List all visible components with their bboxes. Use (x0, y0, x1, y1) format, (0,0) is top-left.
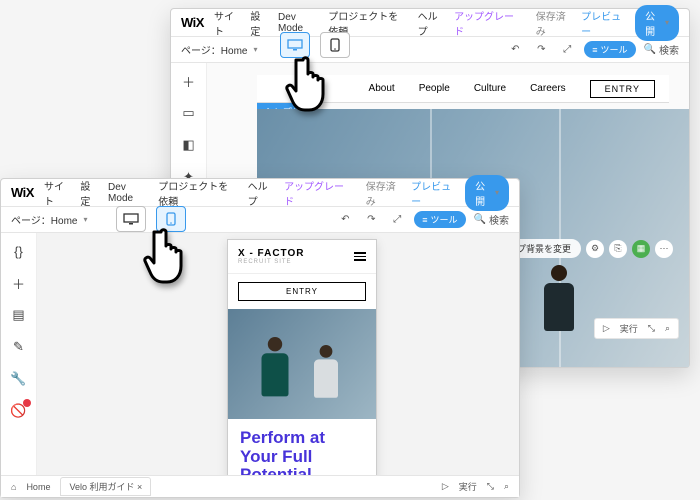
run-button[interactable]: 実行 (620, 322, 638, 335)
action-icon[interactable]: ▦ (632, 240, 650, 258)
entry-button[interactable]: ENTRY (590, 80, 655, 98)
chevron-down-icon: ▾ (495, 188, 499, 197)
search-button[interactable]: 🔍 検索 (474, 212, 509, 227)
nav-careers[interactable]: Careers (530, 83, 566, 94)
search-button[interactable]: 🔍 検索 (644, 42, 679, 57)
redo-icon[interactable]: ↷ (532, 41, 550, 59)
saved-status: 保存済み (366, 178, 401, 208)
wix-logo: WiX (11, 185, 34, 200)
top-menu-bar: WiX サイト 設定 Dev Mode プロジェクトを依頼 ヘルプ アップグレー… (171, 9, 689, 37)
mobile-view-button[interactable] (320, 32, 350, 58)
mobile-hero-image (228, 309, 376, 419)
zoom-icon[interactable]: ⌕ (665, 323, 670, 334)
menu-site[interactable]: サイト (44, 178, 70, 208)
expand-icon[interactable]: ⤢ (558, 41, 576, 59)
chevron-down-icon: ▾ (665, 18, 669, 27)
menu-site[interactable]: サイト (214, 8, 240, 38)
mobile-icon (330, 38, 340, 52)
expand-icon[interactable]: ⤡ (487, 481, 494, 492)
undo-icon[interactable]: ↶ (336, 211, 354, 229)
sub-toolbar: ページ：Home ▾ ↶ ↷ ⤢ ≡ ツール 🔍 検索 (1, 207, 519, 233)
desktop-icon (123, 213, 139, 225)
top-menu-bar: WiX サイト 設定 Dev Mode プロジェクトを依頼 ヘルプ アップグレー… (1, 179, 519, 207)
nav-people[interactable]: People (419, 83, 450, 94)
design-icon[interactable]: ◧ (179, 135, 199, 155)
home-icon[interactable]: ⌂ (11, 482, 16, 492)
wix-logo: WiX (181, 15, 204, 30)
menu-devmode[interactable]: Dev Mode (278, 12, 318, 34)
hamburger-icon[interactable] (354, 252, 366, 261)
expand-icon[interactable]: ⤢ (388, 211, 406, 229)
entry-button[interactable]: ENTRY (238, 282, 366, 301)
saved-status: 保存済み (536, 8, 571, 38)
mobile-view-button[interactable] (156, 206, 186, 232)
tool-button[interactable]: ≡ ツール (584, 41, 635, 58)
left-rail: {} ＋ ▤ ✎ 🔧 🚫 (1, 233, 37, 497)
run-icon[interactable]: ▷ (603, 323, 610, 334)
menu-upgrade[interactable]: アップグレード (454, 8, 516, 38)
site-nav: About People Culture Careers ENTRY (257, 75, 669, 103)
device-switcher (116, 206, 186, 232)
nav-culture[interactable]: Culture (474, 83, 506, 94)
mobile-icon (166, 212, 176, 226)
device-switcher (280, 32, 350, 58)
tools-icon[interactable]: 🔧 (9, 369, 29, 389)
undo-icon[interactable]: ↶ (506, 41, 524, 59)
add-icon[interactable]: ＋ (9, 273, 29, 293)
desktop-view-button[interactable] (116, 206, 146, 232)
layers-icon[interactable]: ▤ (9, 305, 29, 325)
site-brand-sub: RECRUIT SITE (238, 259, 304, 265)
mobile-preview-frame: X - FACTOR RECRUIT SITE ENTRY Perform at… (227, 239, 377, 497)
velo-tab[interactable]: Velo 利用ガイド × (60, 477, 151, 496)
sub-toolbar: ページ：Home ▾ ↶ ↷ ⤢ ≡ ツール 🔍 検索 (171, 37, 689, 63)
run-button[interactable]: 実行 (459, 480, 477, 493)
pages-icon[interactable]: ▭ (179, 103, 199, 123)
preview-button[interactable]: プレビュー (581, 8, 625, 38)
run-icon[interactable]: ▷ (442, 481, 449, 492)
tool-button[interactable]: ≡ ツール (414, 211, 465, 228)
design-icon[interactable]: ✎ (9, 337, 29, 357)
desktop-icon (287, 39, 303, 51)
editor-window-mobile: WiX サイト 設定 Dev Mode プロジェクトを依頼 ヘルプ アップグレー… (0, 178, 520, 498)
menu-devmode[interactable]: Dev Mode (108, 182, 148, 204)
zoom-icon[interactable]: ⌕ (504, 481, 509, 492)
chevron-down-icon: ▾ (253, 45, 257, 54)
desktop-view-button[interactable] (280, 32, 310, 58)
action-icon[interactable]: ⋯ (655, 240, 673, 258)
add-icon[interactable]: ＋ (179, 71, 199, 91)
redo-icon[interactable]: ↷ (362, 211, 380, 229)
publish-button[interactable]: 公開▾ (465, 175, 509, 211)
code-tab-icon[interactable]: {} (9, 241, 29, 261)
publish-button[interactable]: 公開▾ (635, 5, 679, 41)
bottom-bar: ⌂ Home Velo 利用ガイド × ▷ 実行 ⤡ ⌕ (1, 475, 519, 497)
menu-help[interactable]: ヘルプ (418, 8, 444, 38)
menu-settings[interactable]: 設定 (250, 8, 268, 38)
home-label[interactable]: Home (26, 482, 50, 492)
canvas-mobile[interactable]: X - FACTOR RECRUIT SITE ENTRY Perform at… (37, 233, 519, 497)
site-brand: X - FACTOR (238, 248, 304, 259)
menu-help[interactable]: ヘルプ (248, 178, 274, 208)
expand-icon[interactable]: ⤡ (648, 323, 655, 334)
page-selector[interactable]: ページ：Home (181, 42, 247, 57)
menu-request[interactable]: プロジェクトを依頼 (158, 178, 237, 208)
hide-icon[interactable]: 🚫 (9, 401, 29, 421)
nav-about[interactable]: About (369, 83, 395, 94)
chevron-down-icon: ▾ (83, 215, 87, 224)
page-selector[interactable]: ページ：Home (11, 212, 77, 227)
preview-button[interactable]: プレビュー (411, 178, 455, 208)
action-icon[interactable]: ⚙ (586, 240, 604, 258)
canvas-bottom-actions: ▷ 実行 ⤡ ⌕ (594, 318, 679, 339)
menu-settings[interactable]: 設定 (80, 178, 98, 208)
menu-upgrade[interactable]: アップグレード (284, 178, 346, 208)
action-icon[interactable]: ⎘ (609, 240, 627, 258)
